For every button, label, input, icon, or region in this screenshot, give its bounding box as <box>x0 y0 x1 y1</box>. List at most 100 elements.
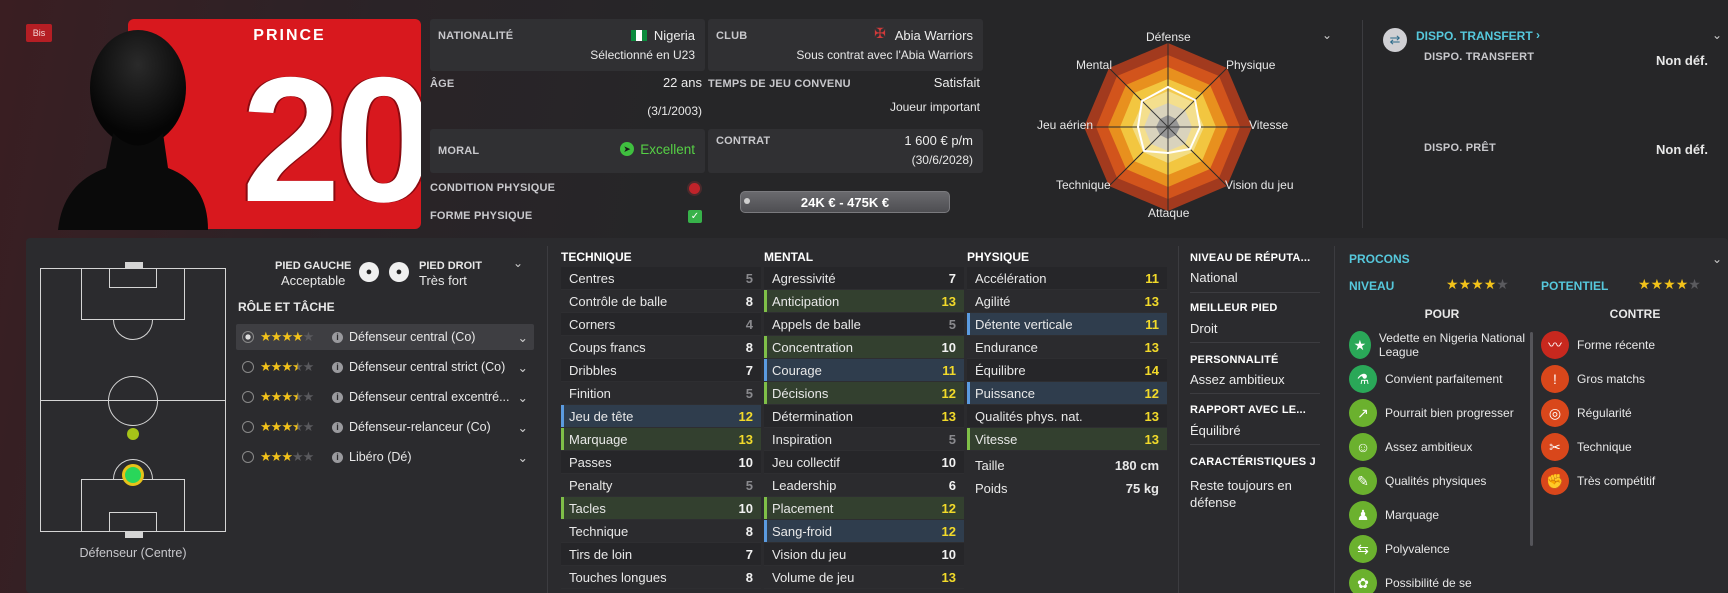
attribute-row[interactable]: Finition 5 <box>561 382 761 405</box>
club-card[interactable]: CLUB ✠ Abia Warriors Sous contrat avec l… <box>708 19 983 71</box>
pro-text: Qualités physiques <box>1385 474 1487 488</box>
loan-availability-label: DISPO. PRÊT <box>1424 142 1496 154</box>
empty-star-icon: ★ <box>302 389 315 404</box>
height-label: Taille <box>975 457 1005 473</box>
role-row[interactable]: ★★★★★ i Défenseur central strict (Co) ⌄ <box>236 354 534 380</box>
pro-item: ✎ Qualités physiques <box>1349 464 1527 498</box>
attribute-row[interactable]: Décisions 12 <box>764 382 964 405</box>
sharpness-check-icon: ✓ <box>688 210 702 223</box>
contract-card[interactable]: CONTRAT 1 600 € p/m (30/6/2028) <box>708 129 983 173</box>
attribute-row[interactable]: Passes 10 <box>561 451 761 474</box>
role-row[interactable]: ★★★★★ i Défenseur central excentré... ⌄ <box>236 384 534 410</box>
transfer-value-bar[interactable]: 24K € - 475K € <box>740 191 950 213</box>
attribute-value: 12 <box>941 500 956 516</box>
attribute-row[interactable]: Penalty 5 <box>561 474 761 497</box>
attribute-row[interactable]: Contrôle de balle 8 <box>561 290 761 313</box>
attribute-name: Marquage <box>569 431 628 447</box>
secondary-position-dot[interactable] <box>127 428 139 440</box>
attribute-name: Détermination <box>772 408 853 424</box>
attribute-row[interactable]: Touches longues 8 <box>561 566 761 589</box>
feet-chevron-down-icon[interactable]: ⌄ <box>513 256 523 270</box>
target-icon: ◎ <box>1541 399 1569 427</box>
role-name: Défenseur central strict (Co) <box>349 360 506 374</box>
attribute-row[interactable]: Courage 11 <box>764 359 964 382</box>
attribute-row[interactable]: Agilité 13 <box>967 290 1167 313</box>
attribute-name: Coups francs <box>569 339 646 355</box>
role-row[interactable]: ★★★★★ i Défenseur central (Co) ⌄ <box>236 324 534 350</box>
radar-chevron-down-icon[interactable]: ⌄ <box>1322 28 1332 42</box>
role-row[interactable]: ★★★★★ i Libéro (Dé) ⌄ <box>236 444 534 470</box>
attribute-row[interactable]: Appels de balle 5 <box>764 313 964 336</box>
divider <box>1178 246 1179 593</box>
attribute-row[interactable]: Jeu de tête 12 <box>561 405 761 428</box>
attribute-row[interactable]: Vitesse 13 <box>967 428 1167 451</box>
club-sub: Sous contrat avec l'Abia Warriors <box>796 48 973 62</box>
attribute-row[interactable]: Corners 4 <box>561 313 761 336</box>
info-icon[interactable]: i <box>332 361 343 373</box>
transfer-availability-label: DISPO. TRANSFERT <box>1424 51 1535 63</box>
star-icon: ★ <box>260 359 272 374</box>
chevron-down-icon[interactable]: ⌄ <box>518 420 528 435</box>
transfer-status-link[interactable]: DISPO. TRANSFERT <box>1416 29 1533 43</box>
role-row[interactable]: ★★★★★ i Défenseur-relanceur (Co) ⌄ <box>236 414 534 440</box>
attribute-row[interactable]: Centres 5 <box>561 267 761 290</box>
attribute-row[interactable]: Dribbles 7 <box>561 359 761 382</box>
age-label: ÂGE <box>430 78 455 90</box>
attribute-row[interactable]: Leadership 6 <box>764 474 964 497</box>
role-radio-icon[interactable] <box>242 331 254 343</box>
transfer-chevron-down-icon[interactable]: ⌄ <box>1712 28 1722 42</box>
main-position-dot[interactable] <box>122 464 144 486</box>
attribute-row[interactable]: Équilibre 14 <box>967 359 1167 382</box>
attribute-row[interactable]: Qualités phys. nat. 13 <box>967 405 1167 428</box>
role-radio-icon[interactable] <box>242 451 254 463</box>
attribute-row[interactable]: Technique 8 <box>561 520 761 543</box>
attribute-row[interactable]: Placement 12 <box>764 497 964 520</box>
attribute-name: Puissance <box>975 385 1035 401</box>
attribute-row[interactable]: Marquage 13 <box>561 428 761 451</box>
attribute-row[interactable]: Détente verticale 11 <box>967 313 1167 336</box>
info-icon[interactable]: i <box>332 391 343 403</box>
attribute-row[interactable]: Endurance 13 <box>967 336 1167 359</box>
attribute-row[interactable]: Tacles 10 <box>561 497 761 520</box>
morale-card[interactable]: MORAL ➤ Excellent <box>430 129 705 173</box>
chevron-down-icon[interactable]: ⌄ <box>518 330 528 345</box>
attribute-row[interactable]: Anticipation 13 <box>764 290 964 313</box>
attribute-row[interactable]: Puissance 12 <box>967 382 1167 405</box>
radar-label-mental: Mental <box>1076 58 1113 72</box>
attribute-row[interactable]: Coups francs 8 <box>561 336 761 359</box>
attribute-row[interactable]: Jeu collectif 10 <box>764 451 964 474</box>
attribute-row[interactable]: Inspiration 5 <box>764 428 964 451</box>
info-icon[interactable]: i <box>332 331 343 343</box>
attribute-row[interactable]: Vision du jeu 10 <box>764 543 964 566</box>
pros-list: ★ Vedette en Nigeria National League ⚗ Conv… <box>1349 328 1527 593</box>
chevron-down-icon[interactable]: ⌄ <box>518 360 528 375</box>
attribute-row[interactable]: Détermination 13 <box>764 405 964 428</box>
wrench-icon: ✂ <box>1541 433 1569 461</box>
empty-star-icon: ★ <box>291 449 304 464</box>
pitch-top-goal <box>125 262 143 268</box>
role-radio-icon[interactable] <box>242 391 254 403</box>
transfer-chevron-right-icon[interactable]: › <box>1536 28 1540 42</box>
star-icon: ★ <box>260 329 272 344</box>
chevron-down-icon[interactable]: ⌄ <box>518 450 528 465</box>
nationality-card[interactable]: NATIONALITÉ Nigeria Sélectionné en U23 <box>430 19 705 71</box>
pros-scrollbar[interactable] <box>1530 332 1533 546</box>
club-value[interactable]: Abia Warriors <box>895 28 973 43</box>
attribute-row[interactable]: Tirs de loin 7 <box>561 543 761 566</box>
attribute-row[interactable]: Volume de jeu 13 <box>764 566 964 589</box>
procons-chevron-down-icon[interactable]: ⌄ <box>1712 252 1722 266</box>
attribute-row[interactable]: Agressivité 7 <box>764 267 964 290</box>
nationality-value[interactable]: Nigeria <box>654 28 695 43</box>
pro-text: Possibilité de se <box>1385 576 1472 590</box>
attribute-row[interactable]: Sang-froid 12 <box>764 520 964 543</box>
attribute-row[interactable]: Accélération 11 <box>967 267 1167 290</box>
weight-row: Poids 75 kg <box>967 476 1167 500</box>
con-item: ✊ Très compétitif <box>1541 464 1721 498</box>
role-radio-icon[interactable] <box>242 421 254 433</box>
attribute-row[interactable]: Concentration 10 <box>764 336 964 359</box>
info-icon[interactable]: i <box>332 421 343 433</box>
info-icon[interactable]: i <box>332 451 343 463</box>
star-rating: ★★★★★ <box>260 419 332 435</box>
chevron-down-icon[interactable]: ⌄ <box>518 390 528 405</box>
role-radio-icon[interactable] <box>242 361 254 373</box>
